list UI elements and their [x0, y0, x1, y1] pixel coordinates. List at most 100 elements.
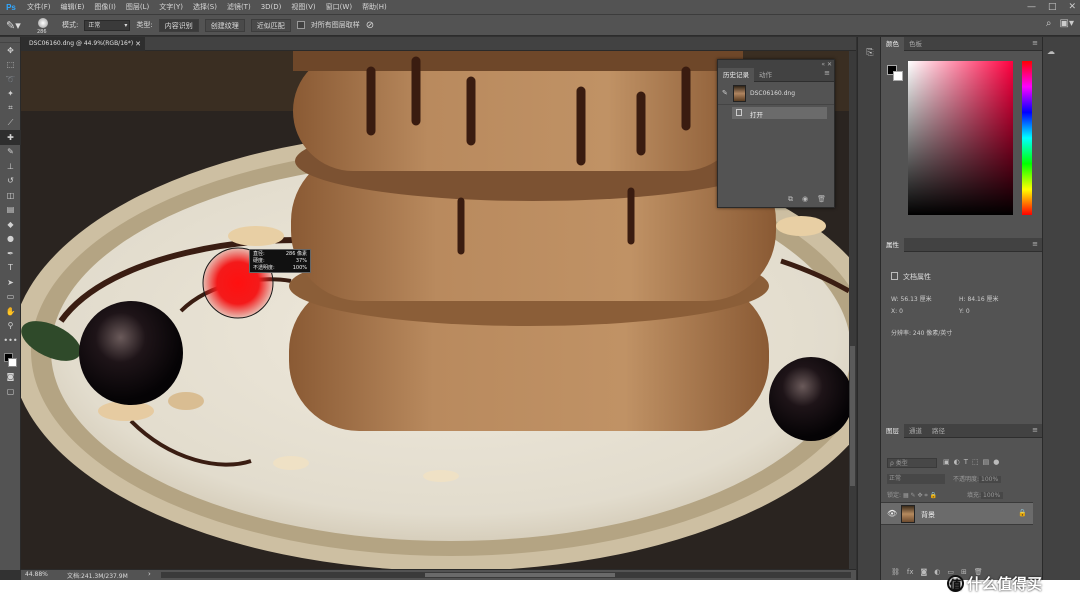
layers-menu-icon[interactable]: ≡ [1032, 426, 1038, 434]
quick-select-tool-icon[interactable]: ✦ [0, 87, 21, 102]
tab-history[interactable]: 历史记录 [718, 68, 754, 82]
menu-select[interactable]: 选择(S) [188, 2, 222, 12]
delete-state-icon[interactable]: 🗑 [817, 195, 826, 203]
new-document-from-state-icon[interactable]: ⧉ [788, 195, 793, 204]
fx-icon[interactable]: fx [907, 568, 914, 576]
libraries-icon[interactable]: ☁ [1043, 47, 1080, 61]
fill-input[interactable]: 100% [981, 492, 1004, 499]
tab-channels[interactable]: 通道 [904, 424, 927, 438]
height-value[interactable]: 84.16 厘米 [967, 296, 998, 303]
document-tab[interactable]: DSC06160.dng @ 44.9%(RGB/16*) ✕ [21, 37, 145, 51]
menu-image[interactable]: 图像(I) [89, 2, 121, 12]
properties-menu-icon[interactable]: ≡ [1032, 240, 1038, 248]
history-menu-icon[interactable]: ≡ [824, 69, 830, 77]
quick-mask-icon[interactable]: ◙ [0, 370, 21, 385]
brush-tool-icon[interactable]: ✎ [0, 145, 21, 160]
mode-select[interactable]: 正常 [84, 19, 131, 31]
workspace-icon[interactable]: ▣▾ [1060, 18, 1074, 29]
blend-mode-select[interactable]: 正常 [887, 474, 945, 484]
options-bar: ✎▾ 286 模式: 正常 类型: 内容识别 创建纹理 近似匹配 对所有图层取样… [0, 14, 1080, 36]
more-tools-icon[interactable]: ••• [0, 333, 21, 348]
hand-tool-icon[interactable]: ✋ [0, 304, 21, 319]
horizontal-scroll-thumb[interactable] [425, 573, 615, 577]
height-label: H: [959, 296, 966, 303]
layer-filter-select[interactable]: ρ 类型 [887, 458, 937, 468]
menu-view[interactable]: 视图(V) [286, 2, 320, 12]
zoom-level[interactable]: 44.88% [25, 571, 48, 578]
y-value[interactable]: 0 [966, 308, 970, 315]
search-icon[interactable]: ⌕ [1046, 18, 1052, 29]
dodge-tool-icon[interactable]: ● [0, 232, 21, 247]
tab-layers[interactable]: 图层 [881, 423, 904, 438]
move-tool-icon[interactable]: ✥ [0, 43, 21, 58]
link-layers-icon[interactable]: ⛓ [891, 568, 900, 576]
healing-brush-tool-icon[interactable]: ✚ [0, 130, 21, 145]
history-brush-source-icon[interactable]: ✎ [722, 89, 728, 97]
type-tool-icon[interactable]: T [0, 261, 21, 276]
menu-3d[interactable]: 3D(D) [256, 3, 287, 11]
lock-icons[interactable]: ▦ ✎ ✥ ⌗ 🔒 [903, 492, 937, 499]
brush-info-tooltip: 直径: 286 像素 硬度: 37% 不透明度: 100% [249, 249, 311, 273]
menu-help[interactable]: 帮助(H) [357, 2, 392, 12]
opacity-input[interactable]: 100% [979, 476, 1002, 483]
menu-type[interactable]: 文字(Y) [154, 2, 188, 12]
panel-collapse-icon[interactable]: « ✕ [821, 61, 832, 68]
pressure-size-icon[interactable]: ⊘ [366, 20, 374, 31]
vertical-scroll-thumb[interactable] [850, 346, 855, 486]
visibility-eye-icon[interactable]: 👁 [887, 509, 897, 518]
tab-swatches[interactable]: 色板 [904, 37, 927, 51]
color-picker-field[interactable] [908, 61, 1013, 215]
tab-color[interactable]: 颜色 [881, 36, 904, 51]
vertical-scrollbar[interactable] [849, 51, 856, 569]
spot-healing-brush-icon[interactable]: ✎▾ [6, 17, 28, 33]
horizontal-scrollbar[interactable] [161, 572, 851, 578]
menu-window[interactable]: 窗口(W) [321, 2, 357, 12]
status-menu-arrow-icon[interactable]: › [148, 570, 151, 578]
brush-preset-picker[interactable]: 286 [34, 16, 56, 35]
content-aware-button[interactable]: 内容识别 [158, 18, 199, 32]
tab-properties[interactable]: 属性 [881, 237, 904, 252]
proximity-match-button[interactable]: 近似匹配 [250, 18, 291, 32]
gradient-tool-icon[interactable]: ▤ [0, 203, 21, 218]
eraser-tool-icon[interactable]: ◫ [0, 188, 21, 203]
path-select-tool-icon[interactable]: ➤ [0, 275, 21, 290]
add-mask-icon[interactable]: ◙ [921, 568, 928, 576]
tab-actions[interactable]: 动作 [754, 68, 777, 82]
color-swatches[interactable] [0, 348, 20, 370]
new-snapshot-icon[interactable]: ◉ [802, 195, 808, 203]
menu-layer[interactable]: 图层(L) [121, 2, 154, 12]
rectangle-tool-icon[interactable]: ▭ [0, 290, 21, 305]
create-texture-button[interactable]: 创建纹理 [204, 18, 245, 32]
blur-tool-icon[interactable]: ◆ [0, 217, 21, 232]
adjustment-layer-icon[interactable]: ◐ [934, 568, 940, 576]
x-value[interactable]: 0 [899, 308, 903, 315]
lasso-tool-icon[interactable]: ➰ [0, 72, 21, 87]
history-brush-tool-icon[interactable]: ↺ [0, 174, 21, 189]
zoom-tool-icon[interactable]: ⚲ [0, 319, 21, 334]
clone-stamp-tool-icon[interactable]: ⊥ [0, 159, 21, 174]
history-step[interactable]: 打开 [732, 107, 827, 119]
width-value[interactable]: 56.13 厘米 [901, 296, 932, 303]
history-snapshot[interactable]: ✎ DSC06160.dng [718, 83, 834, 105]
color-menu-icon[interactable]: ≡ [1032, 39, 1038, 47]
eyedropper-tool-icon[interactable]: ⟋ [0, 116, 21, 131]
marquee-tool-icon[interactable]: ⬚ [0, 58, 21, 73]
pen-tool-icon[interactable]: ✒ [0, 246, 21, 261]
background-color-swatch[interactable] [8, 357, 17, 367]
menu-filter[interactable]: 滤镜(T) [222, 2, 256, 12]
layer-row[interactable]: 👁 背景 🔒 [881, 502, 1033, 525]
history-panel-icon[interactable]: ⎘ [858, 45, 882, 61]
close-tab-icon[interactable]: ✕ [135, 37, 141, 51]
sample-all-layers-checkbox[interactable] [296, 21, 305, 29]
panel-background-swatch[interactable] [893, 71, 903, 81]
tab-paths[interactable]: 路径 [927, 424, 950, 438]
screen-mode-icon[interactable]: ▢ [0, 384, 21, 399]
maximize-button[interactable]: □ [1048, 2, 1057, 12]
layer-filter-icons[interactable]: ▣◐T⬚▤● [943, 458, 1003, 466]
close-button[interactable]: ✕ [1068, 2, 1076, 12]
minimize-button[interactable]: — [1027, 2, 1036, 12]
hue-slider[interactable] [1022, 61, 1032, 215]
menu-edit[interactable]: 编辑(E) [56, 2, 90, 12]
menu-file[interactable]: 文件(F) [22, 2, 56, 12]
crop-tool-icon[interactable]: ⌗ [0, 101, 21, 116]
